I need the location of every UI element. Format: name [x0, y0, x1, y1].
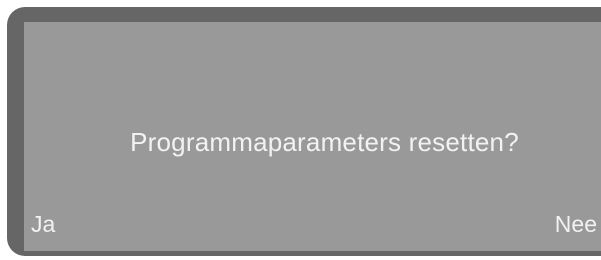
yes-softkey[interactable]: Ja — [31, 210, 55, 238]
no-softkey[interactable]: Nee — [555, 210, 597, 238]
confirmation-prompt: Programmaparameters resetten? — [130, 127, 519, 157]
lcd-screen: Programmaparameters resetten? Ja Nee — [24, 22, 601, 251]
